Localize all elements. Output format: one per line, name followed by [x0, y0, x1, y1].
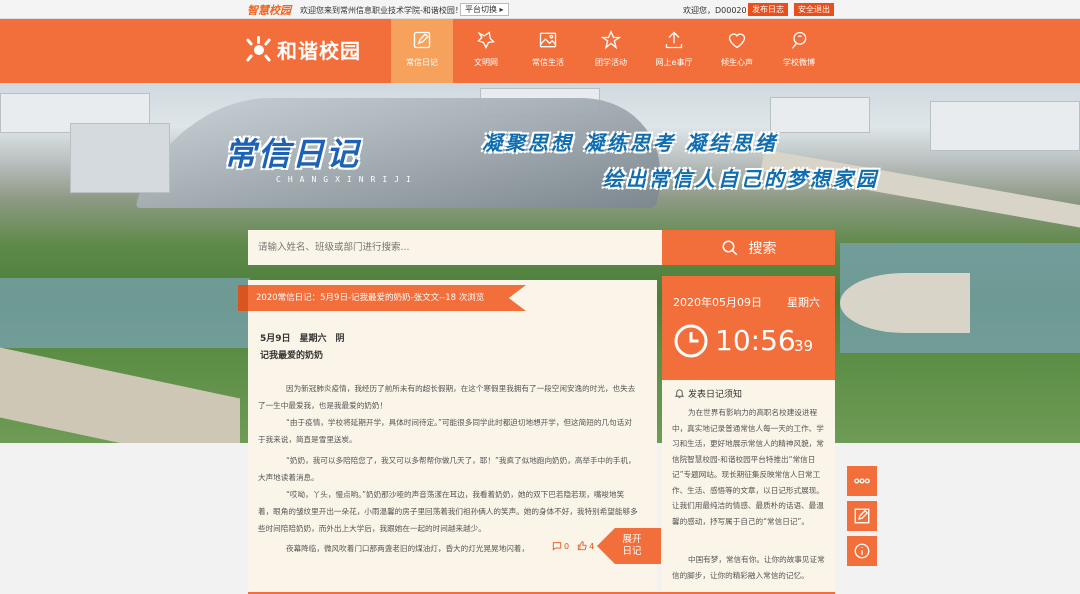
search-input[interactable] [248, 230, 662, 265]
image-icon [539, 32, 557, 48]
current-seconds: 39 [794, 337, 814, 355]
bell-icon [674, 389, 685, 399]
nav-item-label: 常信生活 [532, 58, 564, 67]
diary-paragraph: “由于疫情，学校将延期开学，具体时间待定。”可能很多同学此时都迫切地想开学，但这… [258, 418, 632, 444]
notice-body: 为在世界有影响力的高职名校建设进程中，真实地记录普通常信人每一天的工作、学习和生… [672, 408, 824, 526]
diary-notice-panel: 发表日记须知 为在世界有影响力的高职名校建设进程中，真实地记录普通常信人每一天的… [662, 380, 835, 594]
nav-item-weibo[interactable]: 学校微博 [768, 19, 830, 83]
notice-title: 发表日记须知 [688, 390, 743, 400]
thumbs-up-icon[interactable] [577, 541, 587, 551]
star-icon [601, 30, 621, 50]
nav-item-activities[interactable]: 团学活动 [580, 19, 642, 83]
heart-icon [728, 33, 746, 49]
nav-item-diary[interactable]: 常信日记 [391, 19, 453, 83]
current-time: 10:56 [715, 324, 796, 357]
upload-icon [665, 31, 683, 49]
info-tool-button[interactable] [847, 536, 877, 566]
logo-text: 和谐校园 [277, 39, 361, 63]
campus-logo-icon [245, 35, 273, 64]
walkway [840, 273, 970, 333]
user-greeting: 欢迎您，D00020 [683, 6, 747, 15]
weibo-icon [791, 31, 807, 49]
like-count: 4 [589, 541, 595, 551]
comment-icon[interactable] [552, 541, 562, 551]
write-tool-button[interactable] [847, 501, 877, 531]
info-icon [854, 543, 870, 559]
top-info-bar: 智慧校园 欢迎您来到常州信息职业技术学院-和谐校园！ 平台切换 ▸ 欢迎您，D0… [0, 0, 1080, 19]
slogan-line-1: 凝聚思想 凝练思考 凝结思绪 [482, 131, 778, 155]
clock-icon [674, 324, 708, 358]
search-button[interactable]: 搜索 [662, 230, 835, 265]
edit-icon [854, 508, 870, 524]
nav-item-label: 学校微博 [783, 58, 815, 67]
building [70, 123, 170, 193]
star-outline-icon [477, 31, 495, 49]
current-date: 2020年05月09日 [673, 296, 762, 309]
edit-icon [413, 31, 431, 49]
smart-campus-logo[interactable]: 智慧校园 [247, 2, 291, 18]
nav-item-e-hall[interactable]: 网上e事厅 [643, 19, 705, 83]
nav-item-label: 倾生心声 [721, 58, 753, 67]
nav-item-label: 文明网 [474, 58, 498, 67]
diary-paragraph: “哎呦，丫头，慢点哟。”奶奶那沙哑的声音荡漾在耳边，我看着奶奶，她的双下巴若隐若… [258, 490, 638, 533]
nav-item-label: 团学活动 [595, 58, 627, 67]
banner-logo-sub: CHANGXINRIJI [276, 175, 418, 184]
date-clock-panel: 2020年05月09日 星期六 10:56 39 [662, 276, 835, 380]
publish-diary-button[interactable]: 发布日志 [748, 3, 788, 16]
path [0, 347, 240, 443]
nav-item-civilization[interactable]: 文明网 [455, 19, 517, 83]
harmony-campus-logo[interactable]: 和谐校园 [245, 35, 361, 64]
platform-switch-label: 平台切换 [465, 5, 497, 14]
more-icon [854, 478, 870, 484]
search-button-label: 搜索 [748, 240, 777, 257]
diary-title-ribbon[interactable]: 2020常信日记：5月9日-记我最爱的奶奶-张文文--18 次浏览 [238, 285, 526, 311]
nav-item-label: 网上e事厅 [655, 58, 693, 67]
diary-date: 5月9日 星期六 阴 [260, 334, 345, 344]
search-icon [722, 240, 737, 255]
diary-title: 记我最爱的奶奶 [260, 351, 324, 361]
nav-item-life[interactable]: 常信生活 [517, 19, 579, 83]
nav-item-label: 常信日记 [406, 58, 438, 67]
changxin-diary-logo: 常信日记 CHANGXINRIJI [224, 129, 418, 184]
banner-logo-text: 常信日记 [224, 135, 361, 173]
diary-paragraph: 因为新冠肺炎疫情，我经历了前所未有的超长假期，在这个寒假里我拥有了一段空闲安逸的… [258, 384, 636, 410]
current-weekday: 星期六 [787, 296, 820, 309]
expand-diary-label: 展开日记 [622, 534, 642, 557]
main-nav: 和谐校园 常信日记 文明网 常信生活 团学活动 网上e事厅 倾生心声 学校微博 [0, 19, 1080, 83]
slogan-line-2: 绘出常信人自己的梦想家园 [603, 167, 879, 191]
nav-item-voice[interactable]: 倾生心声 [706, 19, 768, 83]
building [930, 101, 1080, 151]
logout-button[interactable]: 安全退出 [794, 3, 834, 16]
notice-header: 发表日记须知 [674, 387, 742, 400]
pond [0, 278, 250, 348]
building [770, 97, 870, 133]
platform-switch-button[interactable]: 平台切换 ▸ [460, 3, 509, 16]
comment-count: 0 [564, 541, 570, 551]
more-tool-button[interactable] [847, 466, 877, 496]
diary-paragraph: “奶奶，我可以多陪陪您了，我又可以多帮帮你做几天了，耶！”我疯了似地跑向奶奶，高… [258, 456, 636, 482]
notice-body-2: 中国有梦，常信有你。让你的故事见证常信的脚步，让你的精彩融入常信的记忆。 [672, 555, 825, 580]
welcome-text: 欢迎您来到常州信息职业技术学院-和谐校园！ [300, 6, 463, 15]
diary-stats: 0 4 [552, 541, 594, 551]
